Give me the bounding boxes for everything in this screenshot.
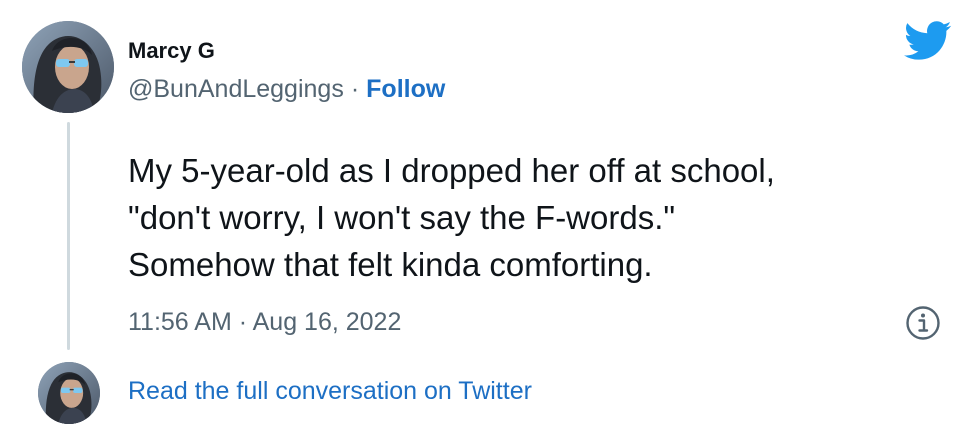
avatar-photo <box>22 21 114 113</box>
handle-separator: · <box>350 75 360 103</box>
author-display-name[interactable]: Marcy G <box>128 37 215 65</box>
twitter-bird-icon[interactable] <box>904 21 952 61</box>
info-icon[interactable] <box>905 305 941 341</box>
read-full-conversation-link[interactable]: Read the full conversation on Twitter <box>128 375 532 407</box>
tweet-text: My 5-year-old as I dropped her off at sc… <box>128 147 928 288</box>
author-handle-row: @BunAndLeggings · Follow <box>128 73 445 105</box>
tweet-text-line: My 5-year-old as I dropped her off at sc… <box>128 152 775 189</box>
avatar-photo <box>38 362 100 424</box>
author-handle[interactable]: @BunAndLeggings <box>128 75 344 103</box>
tweet-text-line: "don't worry, I won't say the F-words." <box>128 199 676 236</box>
author-avatar-small[interactable] <box>38 362 100 424</box>
tweet-text-line: Somehow that felt kinda comforting. <box>128 246 653 283</box>
author-avatar[interactable] <box>22 21 114 113</box>
thread-line <box>67 122 70 350</box>
follow-link[interactable]: Follow <box>366 75 445 103</box>
tweet-timestamp[interactable]: 11:56 AM · Aug 16, 2022 <box>128 306 401 338</box>
